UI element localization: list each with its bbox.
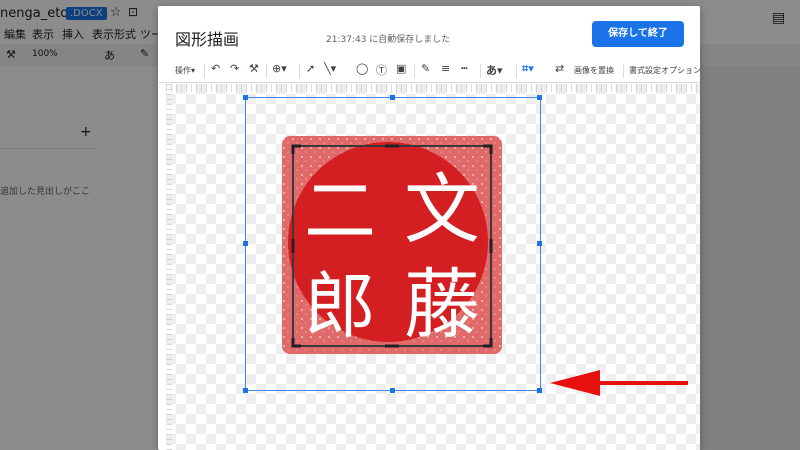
undo-icon[interactable]: ↶ (211, 62, 220, 75)
border-dash-icon[interactable]: ┅ (461, 62, 468, 75)
arrow-head (550, 370, 600, 396)
zoom-icon[interactable]: ⊕▾ (272, 62, 287, 75)
resize-handle-top-right[interactable] (537, 95, 542, 100)
toolbar-separator (516, 64, 517, 78)
toolbar-separator (266, 64, 267, 78)
paint-format-icon[interactable]: ⚒ (249, 62, 259, 75)
dialog-title: 図形描画 (175, 30, 240, 49)
selection-box[interactable] (245, 97, 541, 391)
resize-handle-bottom-left[interactable] (243, 388, 248, 393)
resize-handle-top[interactable] (390, 95, 395, 100)
text-style-glyph: あ (486, 64, 497, 77)
image-icon[interactable]: ▣ (396, 62, 406, 75)
actions-menu[interactable]: 操作▾ (175, 65, 195, 76)
toolbar-separator (299, 64, 300, 78)
replace-image-icon[interactable]: ⇄ (555, 62, 564, 75)
actions-label: 操作 (175, 66, 191, 75)
select-arrow-icon[interactable]: ➚ (306, 62, 315, 75)
save-and-close-button[interactable]: 保存して終了 (592, 21, 684, 47)
top-ruler (166, 84, 700, 92)
resize-handle-bottom[interactable] (390, 388, 395, 393)
border-color-icon[interactable]: ✎ (421, 62, 430, 75)
resize-handle-left[interactable] (243, 241, 248, 246)
resize-handle-top-left[interactable] (243, 95, 248, 100)
crop-icon[interactable]: ⌗▾ (522, 62, 534, 76)
autosave-status: 21:37:43 に自動保存しました (326, 35, 451, 45)
toolbar-separator (480, 64, 481, 78)
resize-handle-bottom-right[interactable] (537, 388, 542, 393)
format-options-button[interactable]: 書式設定オプション (629, 65, 701, 76)
drawing-toolbar: 操作▾ ↶ ↷ ⚒ ⊕▾ ➚ ╲▾ ◯ Ⓣ ▣ ✎ ≡ ┅ あ▾ ⌗▾ ⇄ 画像… (158, 58, 701, 83)
toolbar-separator (623, 64, 624, 78)
left-ruler (166, 84, 172, 450)
text-box-icon[interactable]: Ⓣ (376, 62, 387, 78)
resize-handle-right[interactable] (537, 241, 542, 246)
replace-image-button[interactable]: 画像を置換 (574, 65, 614, 76)
text-style-button[interactable]: あ▾ (486, 62, 503, 78)
line-tool-icon[interactable]: ╲▾ (324, 62, 336, 75)
red-arrow-icon (550, 370, 688, 396)
redo-icon[interactable]: ↷ (230, 62, 239, 75)
toolbar-separator (414, 64, 415, 78)
shape-tool-icon[interactable]: ◯ (356, 62, 368, 75)
border-weight-icon[interactable]: ≡ (441, 62, 450, 75)
toolbar-separator (204, 64, 205, 78)
